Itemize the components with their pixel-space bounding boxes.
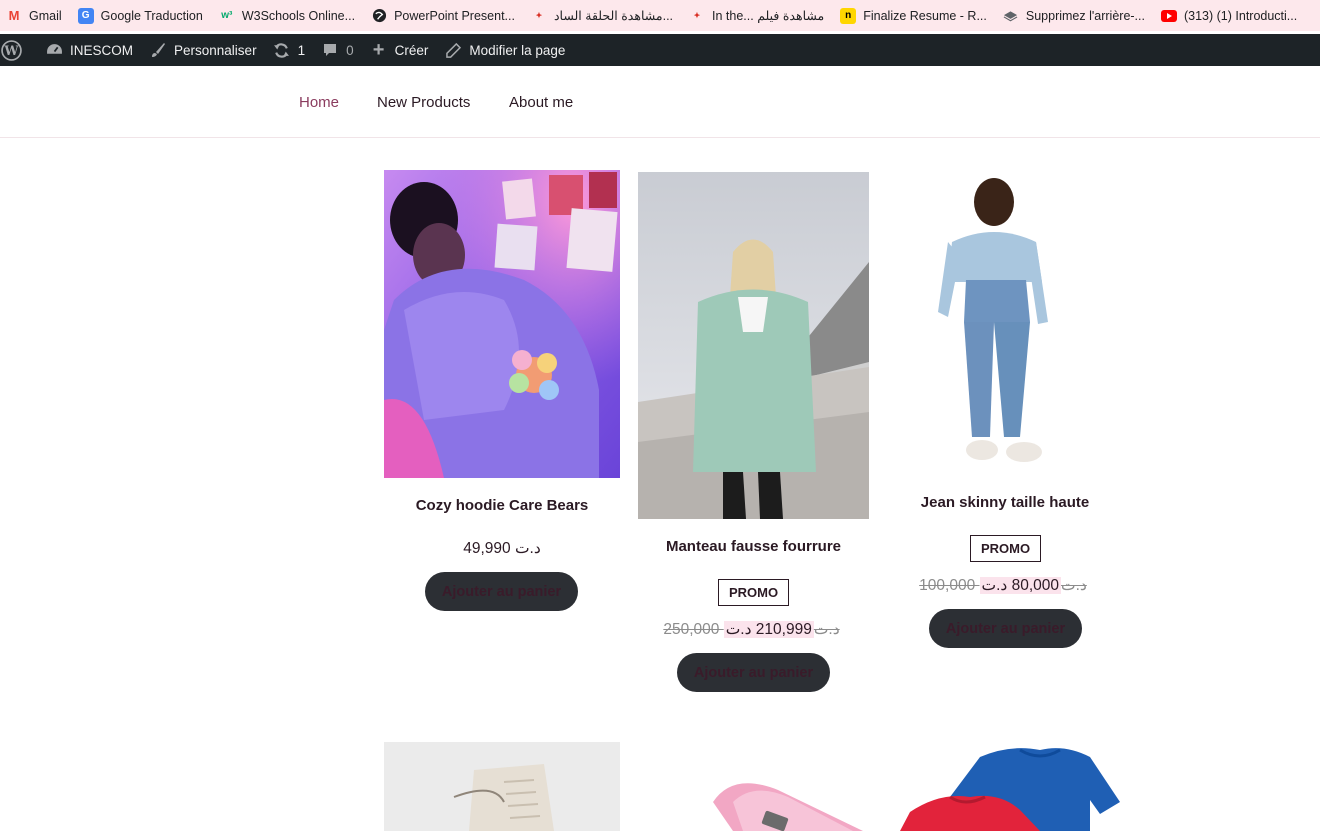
bookmark-powerpoint[interactable]: PowerPoint Present...	[371, 0, 515, 31]
nav-new-products-link[interactable]: New Products	[377, 94, 470, 111]
bookmark-finalize-resume[interactable]: n Finalize Resume - R...	[840, 0, 987, 31]
promo-badge: PROMO	[718, 579, 789, 606]
product-image-boots[interactable]	[384, 742, 620, 831]
updates-button[interactable]: 1	[265, 34, 314, 66]
edit-page-button[interactable]: Modifier la page	[436, 34, 573, 66]
product-price: 250,000 د.ت210,999 د.ت	[638, 620, 869, 639]
product-image-coat[interactable]	[638, 172, 869, 519]
bookmark-gmail[interactable]: M Gmail	[6, 0, 62, 31]
bookmark-remove-bg[interactable]: Supprimez l'arrière-...	[1003, 0, 1145, 31]
product-image-tshirts[interactable]	[890, 742, 1120, 831]
product-image-hoodie[interactable]	[384, 170, 620, 478]
add-to-cart-button[interactable]: Ajouter au panier	[677, 653, 830, 692]
comments-button[interactable]: 0	[313, 34, 362, 66]
google-translate-icon: G	[77, 7, 94, 24]
site-name-menu[interactable]: INESCOM	[37, 34, 141, 66]
globe-icon	[371, 8, 387, 24]
resume-icon: n	[840, 7, 857, 24]
bookmark-youtube[interactable]: (313) (1) Introducti...	[1160, 0, 1297, 31]
youtube-icon	[1160, 8, 1177, 24]
bookmark-arabic-film[interactable]: ✦ In the... مشاهدة فيلم	[689, 0, 825, 31]
sale-price: 80,000 د.ت	[979, 577, 1062, 594]
add-to-cart-button[interactable]: Ajouter au panier	[425, 572, 578, 611]
w3schools-icon: w³	[221, 10, 233, 21]
plus-icon: +	[372, 38, 385, 61]
nav-about-link[interactable]: About me	[509, 94, 573, 111]
wordpress-logo-button[interactable]: W	[0, 34, 37, 66]
wordpress-icon: W	[0, 39, 22, 61]
pencil-icon	[444, 41, 462, 59]
sale-price: 210,999 د.ت	[723, 621, 814, 638]
customize-button[interactable]: Personnaliser	[141, 34, 265, 66]
dashboard-icon	[45, 41, 63, 59]
bookmark-google-translate[interactable]: G Google Traduction	[77, 0, 203, 31]
layers-icon	[1003, 8, 1019, 24]
product-title[interactable]: Cozy hoodie Care Bears	[384, 497, 620, 514]
gmail-icon: M	[8, 8, 20, 23]
product-price: 100,000 د.ت80,000 د.ت	[890, 576, 1120, 595]
promo-badge: PROMO	[970, 535, 1041, 562]
update-icon	[273, 41, 291, 59]
create-new-button[interactable]: + Créer	[362, 34, 437, 66]
product-price: 49,990 د.ت	[463, 540, 541, 557]
bookmarks-bar: M Gmail G Google Traduction w³ W3Schools…	[0, 0, 1320, 31]
site-navigation: Home New Products About me	[0, 66, 1320, 138]
paintbrush-icon	[149, 41, 167, 59]
product-image-jeans[interactable]	[890, 172, 1120, 472]
site-icon: ✦	[535, 11, 543, 20]
product-title[interactable]: Jean skinny taille haute	[890, 494, 1120, 511]
site-icon: ✦	[693, 11, 701, 20]
bookmark-w3schools[interactable]: w³ W3Schools Online...	[219, 0, 355, 31]
wp-admin-bar: W INESCOM Personnaliser 1 0 + Créer Modi…	[0, 34, 1320, 66]
comment-icon	[321, 41, 339, 59]
nav-home-link[interactable]: Home	[299, 94, 339, 111]
add-to-cart-button[interactable]: Ajouter au panier	[929, 609, 1082, 648]
bookmark-arabic-episode[interactable]: ✦ مشاهدة الحلقة الساد...	[531, 0, 673, 31]
product-image-wallet[interactable]	[638, 742, 869, 831]
product-title[interactable]: Manteau fausse fourrure	[638, 538, 869, 555]
svg-text:W: W	[3, 43, 19, 58]
